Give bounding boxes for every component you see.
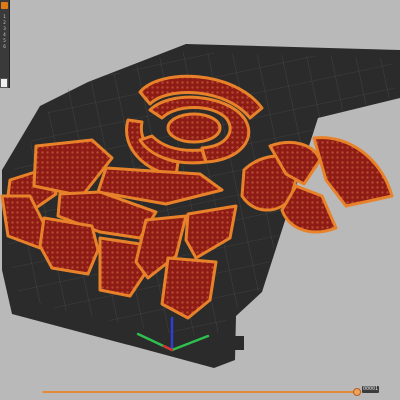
toolbar-glyph[interactable]: 4 — [0, 32, 9, 37]
toolbar-glyph[interactable]: 5 — [0, 38, 9, 43]
part-center-disc[interactable] — [166, 112, 222, 144]
toolbar-glyph[interactable]: 3 — [0, 26, 9, 31]
slicer-logo-icon[interactable] — [1, 2, 8, 9]
layer-slider-handle[interactable] — [0, 78, 8, 88]
toolbar-glyph[interactable]: 2 — [0, 20, 9, 25]
3d-viewport[interactable] — [0, 0, 400, 400]
preview-slider-value: 00001 — [362, 386, 379, 393]
toolbar-glyph[interactable]: 6 — [0, 44, 9, 49]
left-toolbar: 1 2 3 4 5 6 — [0, 0, 10, 88]
preview-slider-track[interactable] — [42, 391, 360, 393]
preview-slider-handle[interactable] — [352, 388, 361, 396]
part-wedge-3[interactable] — [312, 136, 394, 208]
preview-slider-fill — [42, 391, 357, 393]
toolbar-glyph[interactable]: 1 — [0, 14, 9, 19]
